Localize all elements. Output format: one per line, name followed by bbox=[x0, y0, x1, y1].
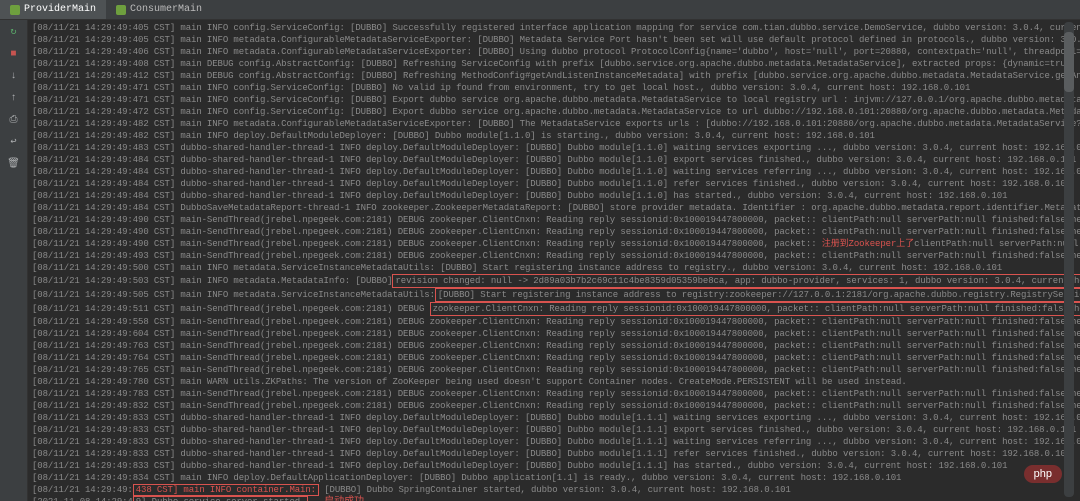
log-line: [08/11/21 14:29:49:482 CST] main INFO me… bbox=[32, 118, 1076, 130]
log-line: [08/11/21 14:29:49:833 CST] dubbo-shared… bbox=[32, 448, 1076, 460]
log-line: [08/11/21 14:29:49:484 CST] dubbo-shared… bbox=[32, 154, 1076, 166]
log-line: [08/11/21 14:29:49:511 CST] main-SendThr… bbox=[32, 302, 1076, 316]
scroll-up-icon[interactable]: ↑ bbox=[6, 90, 22, 106]
log-line: [08/11/21 14:29:49:780 CST] main WARN ut… bbox=[32, 376, 1076, 388]
log-line: [08/11/21 14:29:49:783 CST] main-SendThr… bbox=[32, 388, 1076, 400]
log-line: [08/11/21 14:29:49:505 CST] main INFO me… bbox=[32, 288, 1076, 302]
log-line: [08/11/21 14:29:49:471 CST] main INFO co… bbox=[32, 94, 1076, 106]
console-toolbar: ↻ ■ ↓ ↑ ⎙ ↩ 🗑 bbox=[0, 20, 28, 501]
clear-icon[interactable]: 🗑 bbox=[6, 156, 22, 172]
soft-wrap-icon[interactable]: ↩ bbox=[6, 134, 22, 150]
log-line: [08/11/21 14:29:49:832 CST] main-SendThr… bbox=[32, 400, 1076, 412]
log-line: [08/11/21 14:29:49:484 CST] dubbo-shared… bbox=[32, 166, 1076, 178]
log-line: [08/11/21 14:29:49:604 CST] main-SendThr… bbox=[32, 328, 1076, 340]
log-line: [08/11/21 14:29:49:482 CST] main INFO de… bbox=[32, 130, 1076, 142]
log-line: [08/11/21 14:29:49:405 CST] main INFO me… bbox=[32, 34, 1076, 46]
run-tabs: ProviderMain ConsumerMain bbox=[0, 0, 1080, 20]
highlight-box: 438 CST] main INFO container.Main: bbox=[133, 484, 319, 496]
highlight-box: [DUBBO] Start registering instance addre… bbox=[435, 288, 1080, 302]
log-line: [2021-11-08 14:29:49] Dubbo service serv… bbox=[32, 496, 1076, 501]
annotation-success: 启动成功 bbox=[324, 497, 364, 501]
log-line: [08/11/21 14:29:49:490 CST] main-SendThr… bbox=[32, 226, 1076, 238]
print-icon[interactable]: ⎙ bbox=[6, 112, 22, 128]
watermark-badge: php bbox=[1024, 465, 1062, 483]
scrollbar-thumb[interactable] bbox=[1064, 32, 1074, 92]
log-line: [08/11/21 14:29:49:438 CST] main INFO co… bbox=[32, 484, 1076, 496]
log-line: [08/11/21 14:29:49:483 CST] dubbo-shared… bbox=[32, 142, 1076, 154]
run-icon bbox=[10, 5, 20, 15]
log-line: [08/11/21 14:29:49:472 CST] main INFO co… bbox=[32, 106, 1076, 118]
log-line: [08/11/21 14:29:49:412 CST] main DEBUG c… bbox=[32, 70, 1076, 82]
log-line: [08/11/21 14:29:49:471 CST] main INFO co… bbox=[32, 82, 1076, 94]
log-line: [08/11/21 14:29:49:408 CST] main DEBUG c… bbox=[32, 58, 1076, 70]
log-line: [08/11/21 14:29:49:834 CST] main INFO de… bbox=[32, 472, 1076, 484]
log-line: [08/11/21 14:29:49:833 CST] dubbo-shared… bbox=[32, 460, 1076, 472]
rerun-icon[interactable]: ↻ bbox=[6, 24, 22, 40]
log-line: [08/11/21 14:29:49:765 CST] main-SendThr… bbox=[32, 364, 1076, 376]
console-output[interactable]: [08/11/21 14:29:49:405 CST] main INFO co… bbox=[28, 20, 1080, 501]
log-line: [08/11/21 14:29:49:493 CST] main-SendThr… bbox=[32, 250, 1076, 262]
log-line: [08/11/21 14:29:49:484 CST] dubbo-shared… bbox=[32, 178, 1076, 190]
tab-label: ProviderMain bbox=[24, 4, 96, 15]
log-line: [08/11/21 14:29:49:405 CST] main INFO co… bbox=[32, 22, 1076, 34]
vertical-scrollbar[interactable] bbox=[1064, 22, 1074, 497]
log-line: [08/11/21 14:29:49:484 CST] dubbo-shared… bbox=[32, 190, 1076, 202]
log-line: [08/11/21 14:29:49:490 CST] main-SendThr… bbox=[32, 238, 1076, 250]
log-line: [08/11/21 14:29:49:764 CST] main-SendThr… bbox=[32, 352, 1076, 364]
highlight-started: 9] Dubbo service server started. bbox=[133, 496, 309, 501]
log-line: [08/11/21 14:29:49:406 CST] main INFO me… bbox=[32, 46, 1076, 58]
run-icon bbox=[116, 5, 126, 15]
log-line: [08/11/21 14:29:49:833 CST] dubbo-shared… bbox=[32, 424, 1076, 436]
tab-label: ConsumerMain bbox=[130, 4, 202, 15]
log-line: [08/11/21 14:29:49:833 CST] dubbo-shared… bbox=[32, 436, 1076, 448]
log-line: [08/11/21 14:29:49:503 CST] main INFO me… bbox=[32, 274, 1076, 288]
log-line: [08/11/21 14:29:49:558 CST] main-SendThr… bbox=[32, 316, 1076, 328]
highlight-box: zookeeper.ClientCnxn: Reading reply sess… bbox=[430, 302, 1080, 316]
log-line: [08/11/21 14:29:49:500 CST] main INFO me… bbox=[32, 262, 1076, 274]
annotation-zookeeper: 注册到Zookeeper上了 bbox=[822, 239, 914, 249]
log-line: [08/11/21 14:29:49:763 CST] main-SendThr… bbox=[32, 340, 1076, 352]
stop-icon[interactable]: ■ bbox=[6, 46, 22, 62]
log-line: [08/11/21 14:29:49:833 CST] dubbo-shared… bbox=[32, 412, 1076, 424]
log-line: [08/11/21 14:29:49:490 CST] main-SendThr… bbox=[32, 214, 1076, 226]
tab-provider-main[interactable]: ProviderMain bbox=[0, 0, 106, 19]
log-line: [08/11/21 14:29:49:484 CST] DubboSaveMet… bbox=[32, 202, 1076, 214]
scroll-down-icon[interactable]: ↓ bbox=[6, 68, 22, 84]
highlight-box: revision changed: null -> 2d89a03b7b2c69… bbox=[392, 274, 1080, 288]
tab-consumer-main[interactable]: ConsumerMain bbox=[106, 0, 212, 19]
